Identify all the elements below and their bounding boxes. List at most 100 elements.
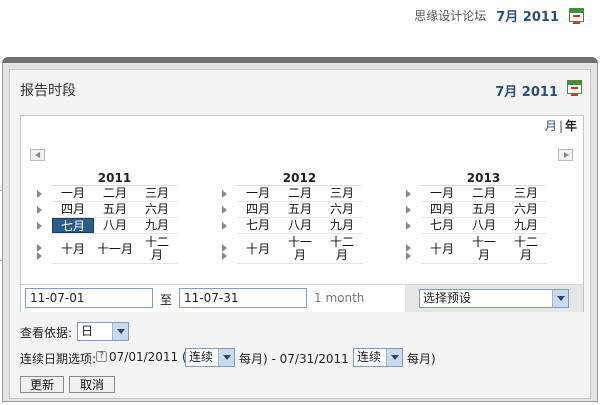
month-cell[interactable]: 一月 (237, 186, 279, 201)
quarter-select-arrow-icon[interactable] (406, 222, 411, 230)
view-by-select[interactable]: 日 (77, 322, 129, 341)
year-view-link[interactable]: 年 (565, 119, 577, 133)
prev-year-arrow-icon[interactable] (30, 149, 45, 161)
quarter-select-arrow-icon[interactable] (37, 252, 42, 260)
quarter-row: 四月 五月 六月 (406, 202, 547, 218)
month-group: 七月 八月 九月 (421, 218, 547, 234)
quarter-select-arrow-icon[interactable] (406, 190, 411, 198)
month-cell[interactable]: 二月 (463, 186, 505, 201)
month-group: 四月 五月 六月 (421, 202, 547, 218)
month-group: 十月 十一月 十二 月 (52, 234, 178, 264)
month-cell[interactable]: 五月 (279, 202, 321, 217)
view-toggle: 月 | 年 (545, 116, 583, 134)
month-cell[interactable]: 一月 (421, 186, 463, 201)
quarter-select-arrow-icon[interactable] (406, 252, 411, 260)
month-cell[interactable]: 三月 (505, 186, 547, 201)
continuous-start-date: 07/01/2011 ( (109, 350, 187, 364)
year-block-2011: 2011 一月 二月 三月 四月 五月 六月 七月 八月 九月 十月 十一月 十二 月 (37, 171, 178, 264)
cancel-button[interactable]: 取消 (69, 376, 115, 393)
quarter-select-arrow-icon[interactable] (406, 206, 411, 214)
quarter-select-arrow-icon[interactable] (222, 244, 227, 252)
month-cell[interactable]: 十月 (421, 234, 463, 263)
quarter-select-arrow-icon[interactable] (37, 190, 42, 198)
view-by-value: 日 (81, 324, 94, 338)
month-cell[interactable]: 九月 (136, 218, 178, 233)
calendar-icon[interactable] (569, 8, 584, 24)
quarter-row: 一月 二月 三月 (406, 186, 547, 202)
quarter-row: 一月 二月 三月 (37, 186, 178, 202)
month-cell[interactable]: 二月 (94, 186, 136, 201)
month-cell[interactable]: 四月 (52, 202, 94, 217)
month-view-link[interactable]: 月 (545, 119, 557, 133)
help-icon[interactable]: ? (96, 351, 107, 362)
month-cell[interactable]: 八月 (94, 218, 136, 233)
month-cell[interactable]: 五月 (463, 202, 505, 217)
quarter-row: 七月 八月 九月 (37, 218, 178, 234)
dialog-period-label[interactable]: 7月 2011 (495, 81, 558, 100)
start-mode-value: 连续 (189, 350, 214, 364)
month-cell[interactable]: 四月 (237, 202, 279, 217)
month-cell[interactable]: 十一 月 (279, 234, 321, 263)
month-cell[interactable]: 七月 (237, 218, 279, 233)
year-heading: 2012 (237, 171, 362, 186)
end-date-input[interactable] (179, 288, 307, 308)
quarter-select-arrow-icon[interactable] (222, 206, 227, 214)
calendar-icon[interactable] (567, 80, 582, 96)
chevron-down-icon[interactable] (386, 349, 402, 366)
quarter-select-arrow-icon[interactable] (222, 252, 227, 260)
month-cell[interactable]: 十一 月 (463, 234, 505, 263)
toggle-separator: | (558, 119, 563, 133)
start-date-input[interactable] (25, 288, 153, 308)
continuous-options-label: 连续日期选项: (20, 350, 96, 367)
month-cell[interactable]: 十二 月 (505, 234, 547, 263)
month-cell[interactable]: 六月 (505, 202, 547, 217)
month-cell[interactable]: 六月 (136, 202, 178, 217)
month-cell[interactable]: 三月 (321, 186, 363, 201)
month-cell[interactable]: 九月 (321, 218, 363, 233)
month-cell[interactable]: 八月 (463, 218, 505, 233)
range-to-label: 至 (160, 293, 173, 307)
month-cell[interactable]: 七月 (52, 218, 94, 233)
quarter-select-arrow-icon[interactable] (37, 244, 42, 252)
current-period-label[interactable]: 7月 2011 (496, 6, 559, 25)
month-group: 四月 五月 六月 (52, 202, 178, 218)
month-cell[interactable]: 十二 月 (136, 234, 178, 263)
chevron-down-icon[interactable] (552, 290, 568, 307)
chevron-down-icon[interactable] (218, 349, 234, 366)
report-period-dialog: 报告时段 7月 2011 月 | 年 2011 一月 二月 三月 四月 五月 六月 七月 八月 九月十… (2, 57, 598, 402)
update-button[interactable]: 更新 (20, 376, 64, 393)
top-bar: 思缘设计论坛 7月 2011 (0, 0, 600, 30)
end-mode-value: 连续 (357, 350, 382, 364)
month-cell[interactable]: 七月 (421, 218, 463, 233)
month-cell[interactable]: 一月 (52, 186, 94, 201)
dialog-title: 报告时段 (20, 83, 76, 99)
quarter-select-arrow-icon[interactable] (37, 206, 42, 214)
month-cell[interactable]: 五月 (94, 202, 136, 217)
end-mode-select[interactable]: 连续 (353, 348, 403, 367)
month-group: 一月 二月 三月 (52, 186, 178, 202)
month-cell[interactable]: 二月 (279, 186, 321, 201)
month-cell[interactable]: 九月 (505, 218, 547, 233)
month-cell[interactable]: 四月 (421, 202, 463, 217)
month-cell[interactable]: 三月 (136, 186, 178, 201)
preset-select[interactable]: 选择预设 (419, 289, 569, 308)
month-cell[interactable]: 八月 (279, 218, 321, 233)
month-cell[interactable]: 六月 (321, 202, 363, 217)
quarter-select-arrow-icon[interactable] (222, 190, 227, 198)
chevron-down-icon[interactable] (112, 323, 128, 340)
quarter-select-arrow-icon[interactable] (406, 244, 411, 252)
month-cell[interactable]: 十二 月 (321, 234, 363, 263)
quarter-row: 十月 十一月 十二 月 (37, 234, 178, 264)
year-heading: 2013 (421, 171, 546, 186)
month-cell[interactable]: 十一月 (94, 234, 136, 263)
quarter-select-arrow-icon[interactable] (222, 222, 227, 230)
quarter-select-arrow-icon[interactable] (37, 222, 42, 230)
month-cell[interactable]: 十月 (237, 234, 279, 263)
quarter-row: 十月 十一 月十二 月 (406, 234, 547, 264)
year-heading: 2011 (52, 171, 177, 186)
month-cell[interactable]: 十月 (52, 234, 94, 263)
start-mode-select[interactable]: 连续 (185, 348, 235, 367)
next-year-arrow-icon[interactable] (558, 149, 573, 161)
continuous-options-text: 连续日期选项: (20, 352, 97, 366)
continuous-end-text: 每月) (407, 352, 436, 366)
